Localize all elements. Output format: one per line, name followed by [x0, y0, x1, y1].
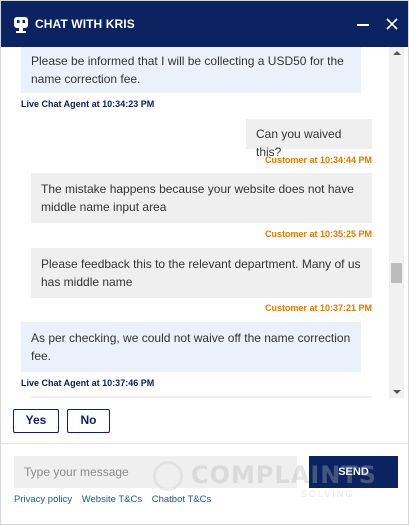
chat-window: CHAT WITH KRIS Please be informed that I… — [0, 0, 409, 525]
chat-header: CHAT WITH KRIS — [1, 1, 408, 47]
privacy-policy-link[interactable]: Privacy policy — [14, 494, 72, 505]
chatbot-tcs-link[interactable]: Chatbot T&Cs — [152, 494, 212, 505]
agent-timestamp: Live Chat Agent at 10:34:23 PM — [21, 99, 155, 109]
customer-message: Please feedback this to the relevant dep… — [31, 248, 372, 298]
composer: SEND COMPLAINTS SOLVING Privacy policy W… — [1, 444, 408, 524]
message-list: Please be informed that I will be collec… — [1, 47, 389, 398]
close-icon[interactable] — [384, 16, 400, 32]
message-text: Please feedback this to the relevant dep… — [41, 257, 361, 289]
message-scrollbar[interactable] — [389, 47, 404, 398]
send-button[interactable]: SEND — [309, 456, 398, 488]
minimize-icon[interactable] — [355, 16, 371, 32]
message-text: As per checking, we could not waive off … — [31, 331, 351, 363]
message-text: The mistake happens because your website… — [41, 182, 354, 214]
scroll-thumb[interactable] — [391, 263, 402, 283]
customer-message: The mistake happens because your website… — [31, 173, 372, 223]
yes-button[interactable]: Yes — [13, 409, 59, 433]
chat-title: CHAT WITH KRIS — [35, 17, 135, 31]
message-input[interactable] — [14, 456, 297, 488]
scroll-down-icon[interactable] — [389, 386, 404, 398]
chatbot-icon — [14, 17, 28, 33]
agent-message: Please be informed that I will be collec… — [21, 47, 361, 93]
agent-timestamp: Live Chat Agent at 10:37:46 PM — [21, 378, 155, 388]
message-text: Please be informed that I will be collec… — [31, 54, 344, 86]
scroll-up-icon[interactable] — [389, 47, 404, 59]
quick-replies: Yes No — [1, 398, 408, 444]
watermark-subtext: SOLVING — [301, 489, 355, 499]
website-tcs-link[interactable]: Website T&Cs — [82, 494, 142, 505]
customer-timestamp: Customer at 10:35:25 PM — [264, 229, 372, 239]
customer-timestamp: Customer at 10:37:21 PM — [264, 303, 372, 313]
footer-links: Privacy policy Website T&Cs Chatbot T&Cs — [14, 494, 218, 505]
customer-timestamp: Customer at 10:34:44 PM — [264, 155, 372, 165]
agent-message: As per checking, we could not waive off … — [21, 322, 361, 372]
no-button[interactable]: No — [67, 409, 110, 433]
customer-message: Can you waived this? — [246, 119, 372, 159]
